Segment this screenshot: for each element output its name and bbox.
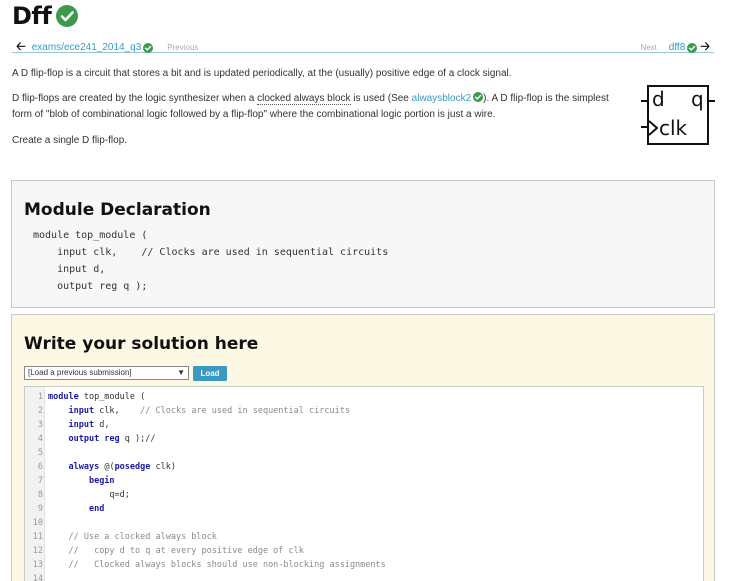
- prev-problem-link[interactable]: exams/ece241_2014_q3: [32, 42, 142, 53]
- alwaysblock2-link[interactable]: alwaysblock2: [412, 93, 471, 104]
- code-editor[interactable]: 1 module top_module ( 2 input clk, // Clo…: [24, 386, 704, 581]
- load-button[interactable]: Load: [193, 366, 227, 381]
- dff-clk-wire: [641, 126, 648, 128]
- next-solved-check-icon: [687, 42, 698, 53]
- description-p2: D flip-flops are created by the logic sy…: [12, 92, 609, 105]
- description-p3: Create a single D flip-flop.: [12, 135, 128, 146]
- clocked-always-block-term[interactable]: clocked always block: [257, 93, 351, 105]
- previous-label[interactable]: Previous: [167, 43, 198, 52]
- problem-nav-bar: 🡠 exams/ece241_2014_q3 Previous Next dff…: [12, 36, 714, 53]
- module-declaration-heading: Module Declaration: [24, 200, 211, 220]
- decl-line: output reg q );: [33, 281, 148, 292]
- prev-solved-check-icon: [143, 42, 154, 53]
- solved-check-icon: [56, 5, 79, 27]
- previous-submission-select[interactable]: [Load a previous submission] ▼: [24, 366, 189, 380]
- solution-panel: Write your solution here [Load a previou…: [11, 314, 715, 581]
- decl-line: input d,: [33, 264, 106, 275]
- title-row: Dff: [12, 2, 79, 30]
- solution-heading: Write your solution here: [24, 334, 259, 354]
- next-label[interactable]: Next: [640, 43, 656, 52]
- chevron-down-icon: ▼: [177, 368, 185, 377]
- next-problem-link[interactable]: dff8: [669, 42, 686, 53]
- dff-clk-label: clk: [659, 116, 688, 140]
- module-declaration-panel: Module Declaration module top_module ( i…: [11, 180, 715, 308]
- dff-q-wire: [708, 100, 715, 102]
- description-p1: A D flip-flop is a circuit that stores a…: [12, 68, 512, 79]
- clock-triangle-icon: [648, 120, 658, 136]
- nav-previous[interactable]: 🡠 exams/ece241_2014_q3 Previous: [16, 37, 198, 58]
- dff-box: d q clk: [647, 85, 709, 145]
- dff-q-label: q: [691, 87, 704, 111]
- nav-next[interactable]: Next dff8 🡢: [640, 37, 710, 58]
- decl-line: input clk, // Clocks are used in sequent…: [33, 247, 389, 258]
- dff-d-label: d: [652, 87, 665, 111]
- arrow-left-icon[interactable]: 🡠: [16, 37, 26, 58]
- dff-d-wire: [641, 100, 648, 102]
- decl-line: module top_module (: [33, 230, 148, 241]
- description-p2-cont: form of "blob of combinational logic fol…: [12, 109, 496, 120]
- arrow-right-icon[interactable]: 🡢: [700, 37, 710, 58]
- alwaysblock2-check-icon: [473, 92, 484, 102]
- page-title: Dff: [12, 2, 52, 30]
